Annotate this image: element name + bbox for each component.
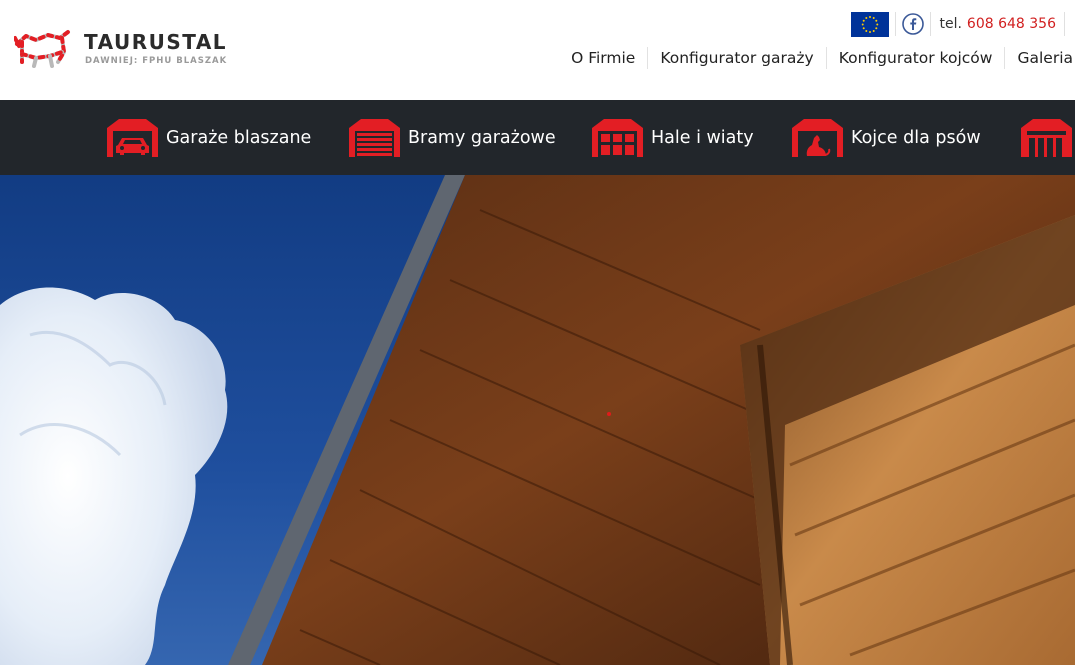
category-bar: Garaże blaszane Bramy garażowe Hale i wi… (0, 100, 1075, 175)
red-dot-marker (607, 412, 611, 416)
nav-item-galeria[interactable]: Galeria (1004, 47, 1075, 69)
hero-photo (0, 175, 1075, 665)
category-label: Garaże blaszane (166, 127, 312, 148)
logo[interactable]: TAURUSTAL DAWNIEJ: FPHU BLASZAK (14, 28, 254, 74)
divider (895, 12, 897, 36)
main-nav: O Firmie Konfigurator garaży Konfigurato… (559, 46, 1075, 70)
logo-bull-icon (14, 30, 70, 68)
category-hale-i-wiaty[interactable]: Hale i wiaty (592, 100, 754, 175)
eu-flag-icon[interactable] (851, 11, 890, 37)
phone-number[interactable]: 608 648 356 (967, 16, 1056, 32)
divider (1064, 12, 1065, 36)
category-garaze-blaszane[interactable]: Garaże blaszane (107, 100, 311, 175)
garage-door-icon (349, 119, 400, 157)
nav-item-o-firmie[interactable]: O Firmie (559, 47, 647, 69)
shed-icon (1021, 119, 1072, 157)
category-bramy-garazowe[interactable]: Bramy garażowe (349, 100, 556, 175)
category-kojce-dla-psow[interactable]: Kojce dla psów (792, 100, 981, 175)
hall-icon (592, 119, 643, 157)
nav-item-konfigurator-kojcow[interactable]: Konfigurator kojców (825, 47, 1005, 69)
category-label: Bramy garażowe (408, 127, 556, 148)
nav-item-konfigurator-garazy[interactable]: Konfigurator garaży (647, 47, 825, 69)
brand-subtitle: DAWNIEJ: FPHU BLASZAK (85, 56, 228, 66)
category-label: Hale i wiaty (651, 127, 754, 148)
divider (930, 12, 932, 36)
category-label: Kojce dla psów (851, 127, 981, 148)
contact-bar: tel. 608 648 356 (851, 11, 1065, 37)
facebook-icon[interactable] (902, 13, 925, 35)
hero-image (0, 175, 1075, 665)
dog-kennel-icon (792, 119, 843, 157)
phone-label: tel. (939, 16, 962, 32)
garage-car-icon (107, 119, 158, 157)
brand-name: TAURUSTAL (84, 30, 228, 54)
site-header: TAURUSTAL DAWNIEJ: FPHU BLASZAK tel. 608… (0, 0, 1075, 100)
category-next[interactable] (1021, 100, 1075, 175)
